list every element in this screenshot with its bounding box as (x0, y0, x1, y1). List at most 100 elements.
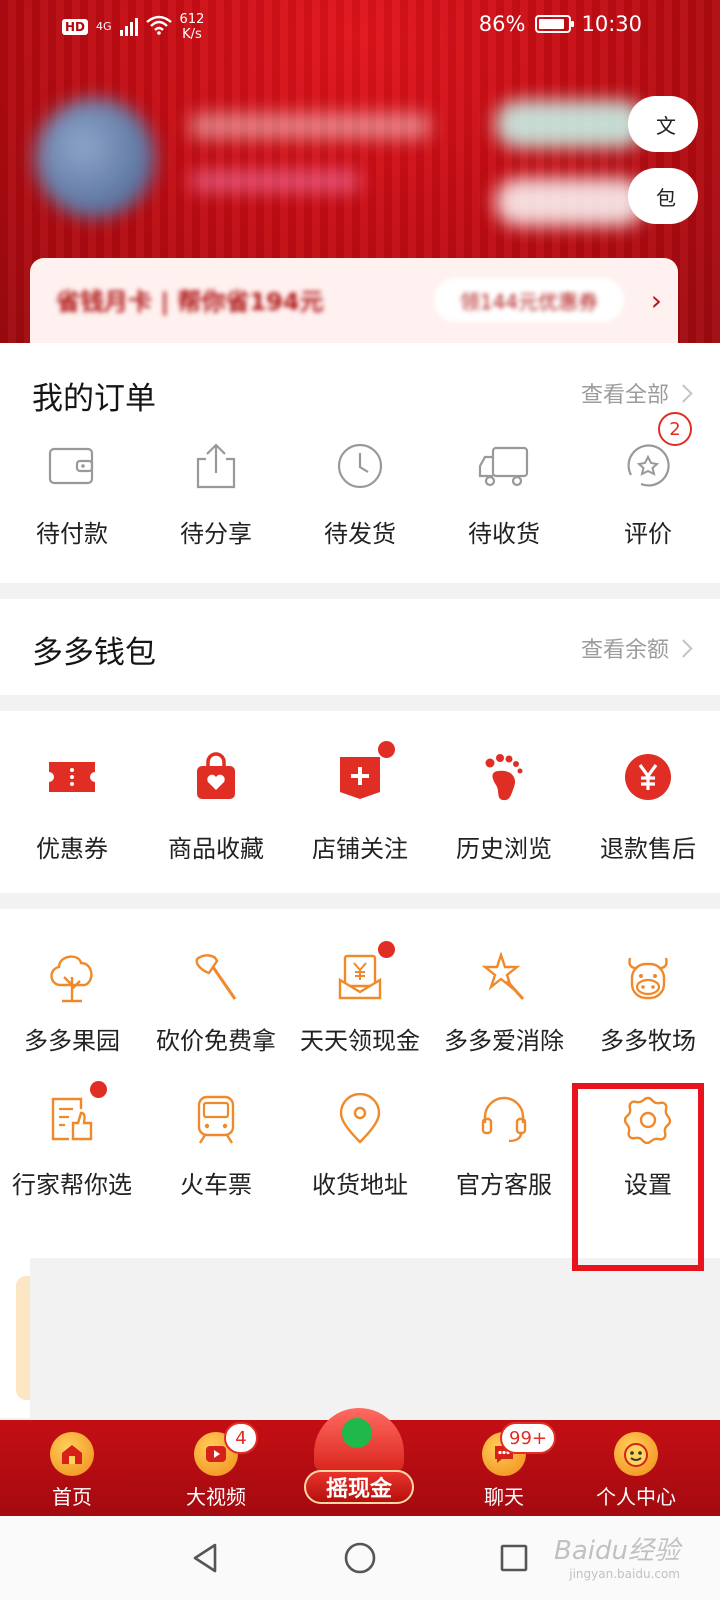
cow-icon (620, 949, 676, 1005)
order-pending-ship[interactable]: 待发货 (288, 438, 432, 549)
footprint-icon (476, 749, 532, 805)
quick-link-label: 历史浏览 (456, 835, 552, 863)
speed-unit: K/s (182, 27, 202, 42)
refund-entry[interactable]: 退款售后 (576, 749, 720, 864)
system-navigation-bar: Baidu经验 jingyan.baidu.com (0, 1516, 720, 1600)
wechat-icon (342, 1418, 372, 1448)
order-label: 待分享 (180, 520, 252, 548)
service-label: 多多爱消除 (444, 1027, 564, 1055)
order-pending-receive[interactable]: 待收货 (432, 438, 576, 549)
view-all-orders-link[interactable]: 查看全部 (580, 377, 693, 409)
chevron-right-icon (674, 383, 693, 403)
tab-label: 大视频 (186, 1485, 246, 1509)
coupon-icon (44, 749, 100, 805)
tab-chat[interactable]: 99+ 聊天 (444, 1420, 564, 1516)
share-icon (188, 438, 244, 494)
chat-icon: 99+ (482, 1422, 556, 1476)
thumbs-up-doc-icon (44, 1081, 107, 1147)
promo-text: 省钱月卡 | 帮你省194元 (56, 288, 324, 316)
orchard-entry[interactable]: 多多果园 (0, 949, 144, 1056)
tree-icon (44, 949, 100, 1005)
network-type: 4G (96, 20, 112, 33)
battery-icon (535, 15, 575, 33)
history-entry[interactable]: 历史浏览 (432, 749, 576, 864)
tab-label: 聊天 (484, 1485, 524, 1509)
watermark-sub: jingyan.baidu.com (569, 1567, 680, 1581)
settings-highlight-box (572, 1083, 704, 1271)
tab-shake-cash[interactable]: 摇现金 (304, 1408, 414, 1508)
header-side-button-bottom[interactable]: 包 (628, 168, 698, 224)
view-all-label: 查看全部 (580, 383, 669, 408)
tab-label: 首页 (52, 1485, 92, 1509)
location-pin-icon (332, 1091, 388, 1147)
order-pending-share[interactable]: 待分享 (144, 438, 288, 549)
review-count-badge: 2 (658, 412, 692, 446)
avatar[interactable] (35, 98, 155, 218)
status-bar: HD 4G 612 K/s 86% 10:30 (0, 0, 720, 54)
hd-badge: HD (62, 19, 89, 35)
order-pending-payment[interactable]: 待付款 (0, 438, 144, 549)
service-label: 多多果园 (24, 1027, 120, 1055)
wallet-card[interactable]: 多多钱包 查看余额 (0, 599, 720, 695)
back-triangle-icon (193, 1543, 217, 1573)
train-ticket-entry[interactable]: 火车票 (144, 1091, 288, 1200)
home-button[interactable] (330, 1532, 390, 1584)
battery-percent: 86% (478, 12, 526, 36)
service-label: 行家帮你选 (12, 1171, 132, 1199)
service-label: 火车票 (180, 1171, 252, 1199)
store-follow-icon (332, 741, 395, 805)
order-review[interactable]: 2 评价 (576, 412, 720, 549)
chevron-right-icon: › (650, 284, 662, 317)
tab-video[interactable]: 4 大视频 (156, 1420, 276, 1516)
wifi-icon (145, 15, 172, 39)
quick-link-label: 优惠券 (36, 835, 108, 863)
orders-title: 我的订单 (32, 381, 156, 417)
clock-icon (332, 438, 388, 494)
daily-cash-entry[interactable]: 天天领现金 (288, 941, 432, 1056)
video-icon: 4 (194, 1422, 258, 1476)
tab-profile[interactable]: 个人中心 (576, 1420, 696, 1516)
left-edge-banner-strip (0, 1258, 30, 1418)
ranch-entry[interactable]: 多多牧场 (576, 949, 720, 1056)
truck-icon (476, 438, 532, 494)
back-button[interactable] (176, 1532, 236, 1584)
promo-coupon-button[interactable]: 领144元优惠券 (434, 278, 624, 322)
elimination-game-entry[interactable]: 多多爱消除 (432, 949, 576, 1056)
expert-pick-dot (90, 1081, 107, 1098)
order-label: 待发货 (324, 520, 396, 548)
refund-icon (620, 749, 676, 805)
service-label: 多多牧场 (600, 1027, 696, 1055)
header-side-button-top[interactable]: 文 (628, 96, 698, 152)
quick-links-card: 优惠券 商品收藏 店铺关注 历史浏览 退款售后 (0, 711, 720, 893)
train-icon (188, 1091, 244, 1147)
favorites-entry[interactable]: 商品收藏 (144, 749, 288, 864)
expert-pick-entry[interactable]: 行家帮你选 (0, 1081, 144, 1200)
order-label: 待付款 (36, 520, 108, 548)
chevron-right-icon (674, 638, 693, 658)
view-balance-link[interactable]: 查看余额 (581, 632, 693, 664)
review-icon: 2 (620, 412, 692, 494)
signal-icon (119, 18, 138, 36)
service-label: 天天领现金 (300, 1027, 420, 1055)
daily-cash-dot (378, 941, 395, 958)
baidu-watermark: Baidu经验 jingyan.baidu.com (554, 1530, 680, 1581)
tab-home[interactable]: 首页 (12, 1420, 132, 1516)
home-circle-icon (344, 1542, 376, 1574)
customer-service-entry[interactable]: 官方客服 (432, 1091, 576, 1200)
video-count-badge: 4 (224, 1422, 258, 1454)
quick-link-label: 商品收藏 (168, 835, 264, 863)
store-follow-dot (378, 741, 395, 758)
quick-link-label: 退款售后 (600, 835, 696, 863)
coupon-entry[interactable]: 优惠券 (0, 749, 144, 864)
recents-button[interactable] (484, 1532, 544, 1584)
address-entry[interactable]: 收货地址 (288, 1091, 432, 1200)
recents-square-icon (500, 1544, 528, 1572)
savings-card-banner[interactable]: 省钱月卡 | 帮你省194元 领144元优惠券 › (30, 258, 678, 350)
wallet-icon (44, 438, 100, 494)
order-label: 评价 (624, 520, 672, 548)
order-label: 待收货 (468, 520, 540, 548)
shake-cash-label: 摇现金 (304, 1470, 414, 1504)
bargain-entry[interactable]: 砍价免费拿 (144, 949, 288, 1056)
store-follow-entry[interactable]: 店铺关注 (288, 741, 432, 864)
speed-value: 612 (179, 12, 205, 27)
